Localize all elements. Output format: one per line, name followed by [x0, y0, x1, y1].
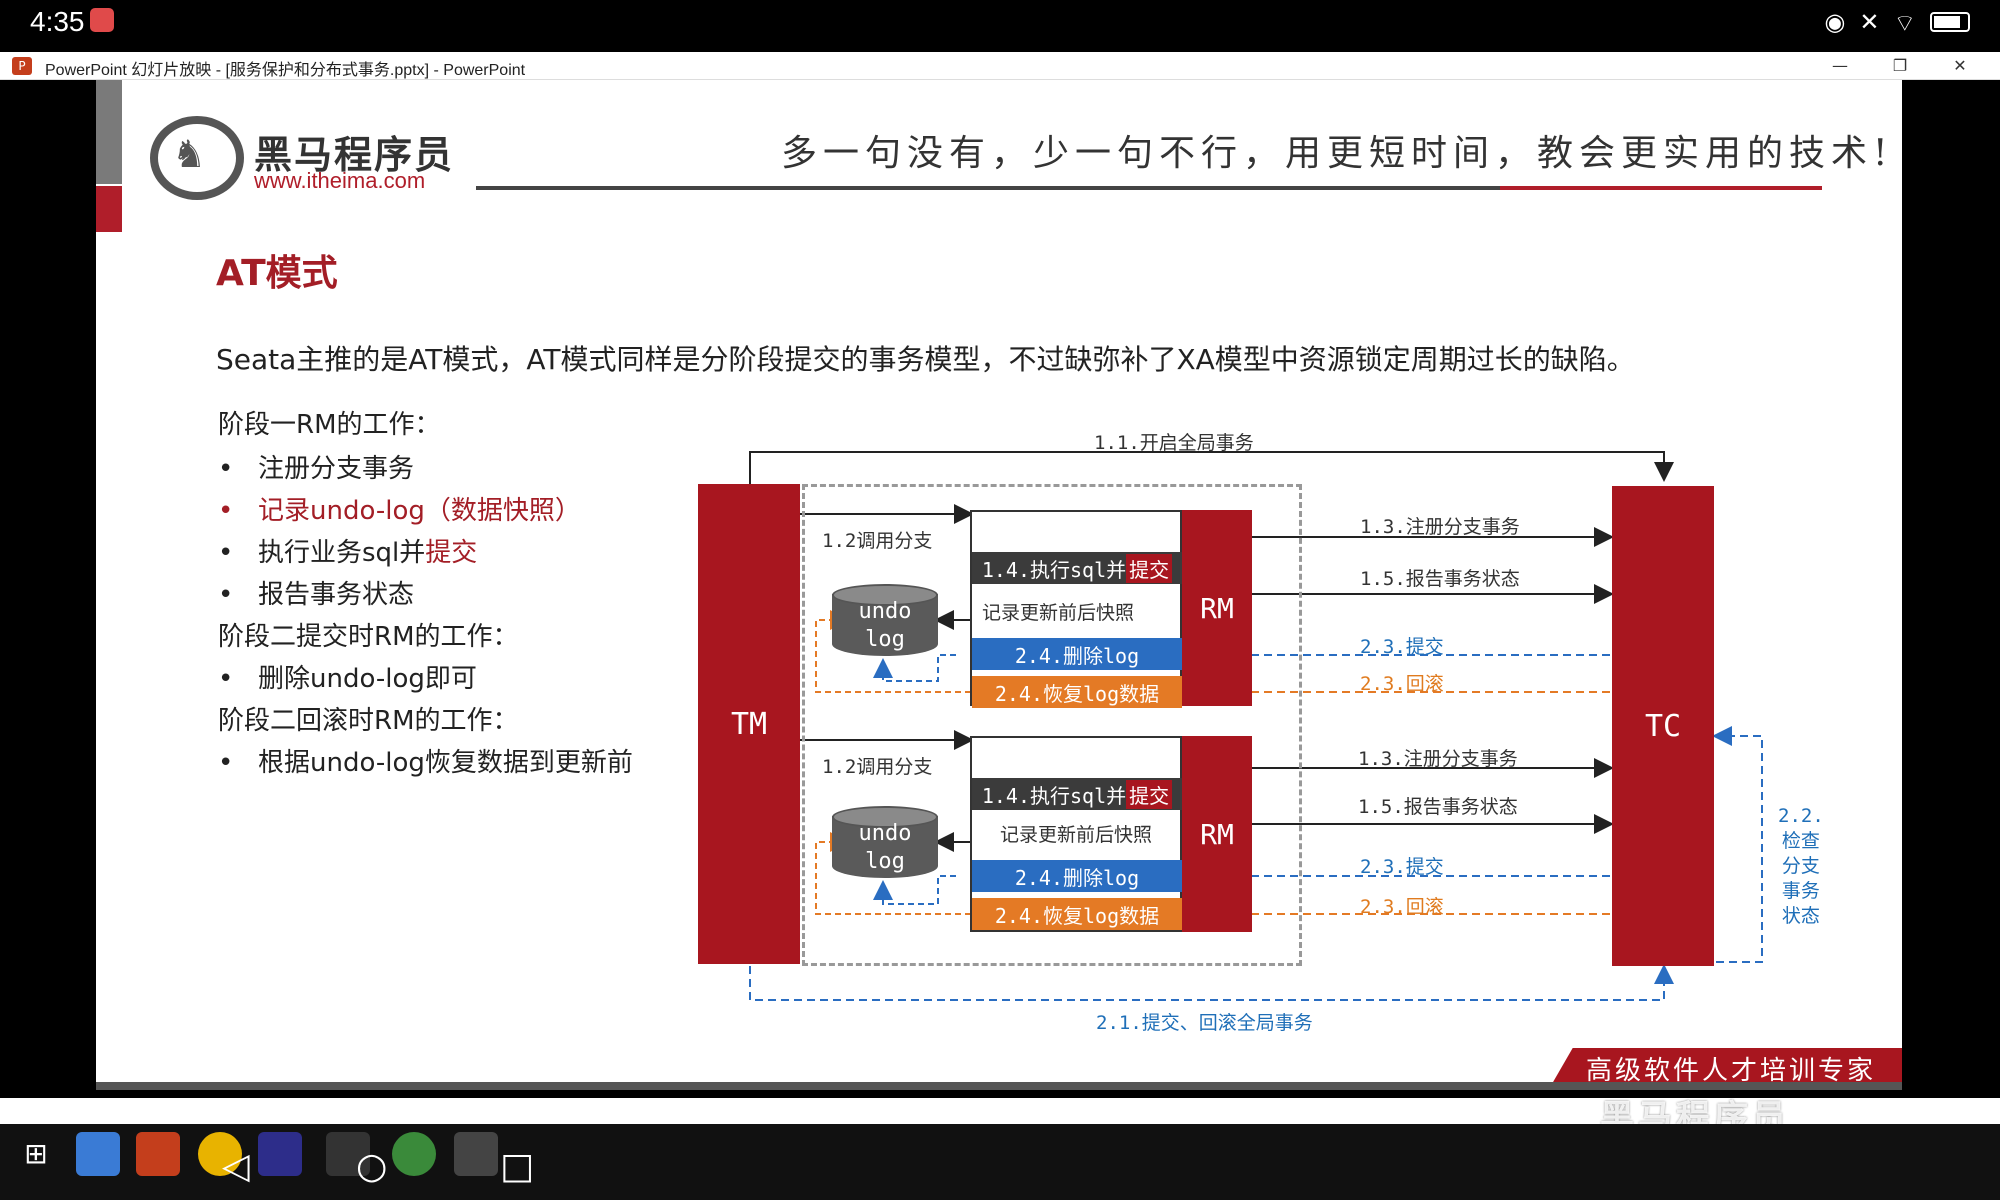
label-commit: 2.3.提交: [1360, 636, 1444, 658]
slide-bottom-bar: [96, 1082, 1902, 1090]
status-bar: 4:35 ◉ ✕ ⌔: [0, 0, 2000, 52]
label-begin-global: 1.1.开启全局事务: [1094, 432, 1254, 454]
slide[interactable]: ♞ 黑马程序员 www.itheima.com 多一句没有，少一句不行，用更短时…: [96, 80, 1902, 1090]
window-title: PowerPoint 幻灯片放映 - [服务保护和分布式事务.pptx] - P…: [45, 62, 526, 79]
rm-box: RM: [1182, 510, 1252, 706]
windows-start-icon[interactable]: ⊞: [14, 1132, 58, 1176]
label-rollback: 2.3.回滚: [1360, 896, 1444, 918]
paint-app-icon[interactable]: [454, 1132, 498, 1176]
recents-nav-icon[interactable]: □: [500, 1146, 534, 1187]
powerpoint-icon: P: [12, 57, 32, 75]
status-time: 4:35: [30, 6, 85, 37]
taskbar: ⊞: [0, 1124, 2000, 1200]
label-global-commit-rollback: 2.1.提交、回滚全局事务: [1096, 1012, 1313, 1034]
delete-log-bar: 2.4.删除log: [972, 860, 1182, 892]
label-report-status: 1.5.报告事务状态: [1358, 796, 1518, 818]
label-register-branch: 1.3.注册分支事务: [1358, 748, 1518, 770]
rm-box: RM: [1182, 736, 1252, 932]
minimize-button[interactable]: —: [1810, 52, 1870, 80]
notification-icon: [90, 8, 114, 32]
label-report-status: 1.5.报告事务状态: [1360, 568, 1520, 590]
tc-box: TC: [1612, 486, 1714, 966]
label-call-branch: 1.2调用分支: [822, 530, 933, 552]
window-titlebar: P PowerPoint 幻灯片放映 - [服务保护和分布式事务.pptx] -…: [0, 52, 2000, 80]
hs-app-icon[interactable]: [392, 1132, 436, 1176]
label-check-branch: 2.2. 检查 分支 事务 状态: [1778, 805, 1824, 927]
desktop-app-icon[interactable]: [76, 1132, 120, 1176]
battery-icon: [1930, 12, 1970, 32]
wifi-icon: ⌔: [1893, 9, 1916, 37]
restore-log-bar: 2.4.恢复log数据: [972, 898, 1182, 930]
undo-log-db-icon: undo log: [832, 584, 938, 662]
tm-box: TM: [698, 484, 800, 964]
close-button[interactable]: ✕: [1930, 52, 1990, 80]
powerpoint-taskbar-icon[interactable]: [136, 1132, 180, 1176]
label-rollback: 2.3.回滚: [1360, 673, 1444, 695]
exec-sql-bar: 1.4.执行sql并 提交: [972, 552, 1182, 584]
label-snapshot: 记录更新前后快照: [982, 602, 1135, 624]
ide-icon[interactable]: [258, 1132, 302, 1176]
restore-log-bar: 2.4.恢复log数据: [972, 676, 1182, 708]
label-register-branch: 1.3.注册分支事务: [1360, 516, 1520, 538]
exec-sql-bar: 1.4.执行sql并 提交: [972, 778, 1182, 810]
label-snapshot: 记录更新前后快照: [1000, 824, 1153, 846]
mute-icon: ✕: [1859, 8, 1880, 36]
restore-button[interactable]: ❐: [1870, 52, 1930, 80]
undo-log-db-icon: undo log: [832, 806, 938, 884]
label-commit: 2.3.提交: [1360, 856, 1444, 878]
status-icons: ◉ ✕ ⌔: [1824, 8, 1970, 38]
back-nav-icon[interactable]: ◁: [222, 1146, 250, 1187]
home-nav-icon[interactable]: ○: [356, 1146, 387, 1187]
eye-icon: ◉: [1824, 8, 1846, 36]
label-call-branch: 1.2调用分支: [822, 756, 933, 778]
delete-log-bar: 2.4.删除log: [972, 638, 1182, 670]
